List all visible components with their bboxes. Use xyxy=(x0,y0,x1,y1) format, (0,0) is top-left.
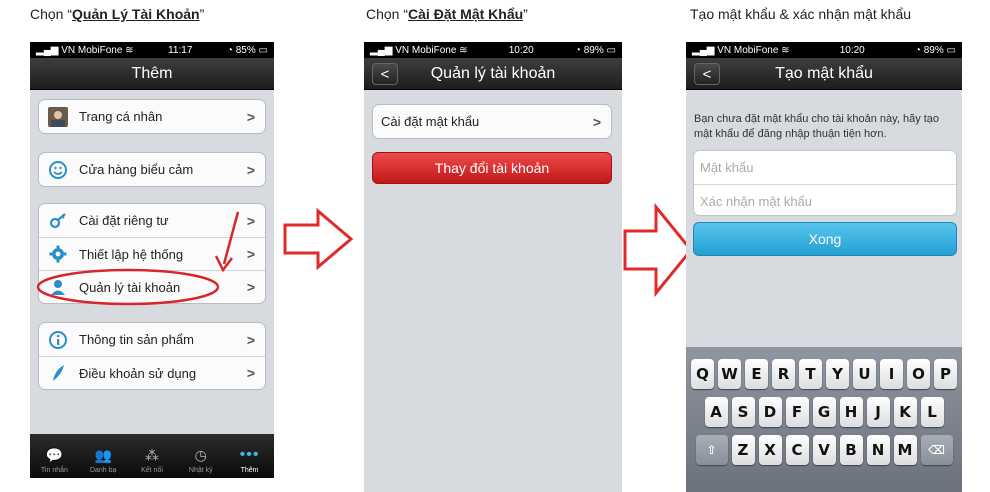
menu-group-password: Cài đặt mật khẩu > xyxy=(372,104,612,139)
password-form: Mật khẩu Xác nhận mật khẩu xyxy=(693,150,957,216)
phone-screen-more: ▂▄▆ VN MobiFone ≋ 11:17 ◔ 85% ▭ Thêm Tra… xyxy=(30,42,274,478)
chevron-left-icon: < xyxy=(380,65,390,83)
key[interactable]: D xyxy=(758,397,782,427)
tab-more[interactable]: ••• Thêm xyxy=(225,434,274,478)
chevron-right-icon: > xyxy=(246,365,255,381)
key[interactable]: E xyxy=(745,359,768,389)
carrier-label: ▂▄▆ VN MobiFone ≋ xyxy=(370,44,468,56)
key[interactable]: H xyxy=(839,397,863,427)
key[interactable]: Q xyxy=(691,359,714,389)
key[interactable]: S xyxy=(731,397,755,427)
tab-messages[interactable]: 💬 Tin nhắn xyxy=(30,434,79,478)
menu-item-label: Điều khoản sử dụng xyxy=(79,365,197,381)
caption-step-1-prefix: Chọn “ xyxy=(30,6,73,22)
phone-screen-account-management: ▂▄▆ VN MobiFone ≋ 10:20 ◔ 89% ▭ < Quản l… xyxy=(364,42,622,492)
tab-diary[interactable]: ◷ Nhật ký xyxy=(176,434,225,478)
caption-step-1: Chọn “Quản Lý Tài Khoản” xyxy=(30,6,204,22)
page-title: Tạo mật khẩu xyxy=(775,64,873,82)
shift-icon: ⇧ xyxy=(706,443,717,457)
key[interactable]: C xyxy=(785,435,809,465)
battery-percent: 89% xyxy=(583,44,604,56)
key[interactable]: F xyxy=(785,397,809,427)
key[interactable]: I xyxy=(880,359,903,389)
done-button[interactable]: Xong xyxy=(693,222,957,256)
menu-item-terms[interactable]: Điều khoản sử dụng > xyxy=(39,356,265,389)
tab-label: Thêm xyxy=(240,467,259,474)
tab-connect[interactable]: ⁂ Kết nối xyxy=(128,434,177,478)
key[interactable]: K xyxy=(893,397,917,427)
key[interactable]: R xyxy=(772,359,795,389)
shift-key[interactable]: ⇧ xyxy=(695,435,728,465)
key[interactable]: L xyxy=(920,397,944,427)
battery-label: ◔ 89% ▭ xyxy=(574,44,616,56)
tab-contacts[interactable]: 👥 Danh bạ xyxy=(79,434,128,478)
chevron-left-icon: < xyxy=(702,65,712,83)
password-info-text: Bạn chưa đặt mật khẩu cho tài khoản này,… xyxy=(694,113,940,140)
key[interactable]: A xyxy=(704,397,728,427)
arrow-right-icon xyxy=(623,203,693,297)
nav-bar: < Tạo mật khẩu xyxy=(686,58,962,90)
caption-step-1-bold: Quản Lý Tài Khoản xyxy=(72,6,200,22)
key[interactable]: Z xyxy=(731,435,755,465)
key[interactable]: U xyxy=(853,359,876,389)
battery-label: ◔ 89% ▭ xyxy=(914,44,956,56)
caption-step-2-suffix: ” xyxy=(523,6,528,22)
key[interactable]: P xyxy=(934,359,957,389)
arrow-right-icon xyxy=(283,208,354,270)
chat-icon: 💬 xyxy=(45,446,64,463)
status-time: 10:20 xyxy=(508,44,534,56)
page-title: Quản lý tài khoản xyxy=(430,64,556,82)
keyboard-row-2: A S D F G H J K L xyxy=(686,397,962,427)
menu-item-label: Cài đặt mật khẩu xyxy=(381,114,480,129)
change-account-button[interactable]: Thay đổi tài khoản xyxy=(372,152,612,184)
nav-bar: < Quản lý tài khoản xyxy=(364,58,622,90)
backspace-key[interactable]: ⌫ xyxy=(920,435,953,465)
tab-bar: 💬 Tin nhắn 👥 Danh bạ ⁂ Kết nối ◷ Nhật ký •••… xyxy=(30,434,274,478)
carrier-label: ▂▄▆ VN MobiFone ≋ xyxy=(692,44,790,56)
back-button[interactable]: < xyxy=(372,63,398,85)
key[interactable]: T xyxy=(799,359,822,389)
backspace-icon: ⌫ xyxy=(928,443,945,457)
key[interactable]: J xyxy=(866,397,890,427)
clock-icon: ◷ xyxy=(194,446,207,463)
caption-step-1-suffix: ” xyxy=(199,6,205,22)
carrier-name: VN MobiFone xyxy=(717,44,779,56)
keyboard-row-1: Q W E R T Y U I O P xyxy=(686,359,962,389)
highlight-annotation xyxy=(36,211,240,306)
back-button[interactable]: < xyxy=(694,63,720,85)
tab-label: Nhật ký xyxy=(188,467,213,474)
carrier-name: VN MobiFone xyxy=(395,44,457,56)
password-field[interactable]: Mật khẩu xyxy=(694,151,956,184)
caption-step-3: Tạo mật khẩu & xác nhận mật khẩu xyxy=(690,6,912,22)
key[interactable]: M xyxy=(893,435,917,465)
key[interactable]: W xyxy=(718,359,741,389)
phone-screen-create-password: ▂▄▆ VN MobiFone ≋ 10:20 ◔ 89% ▭ < Tạo mậ… xyxy=(686,42,962,492)
connect-icon: ⁂ xyxy=(144,446,159,463)
chevron-right-icon: > xyxy=(592,113,601,130)
tab-label: Danh bạ xyxy=(89,467,117,474)
status-time: 10:20 xyxy=(839,44,865,56)
keyboard-row-3: ⇧ Z X C V B N M ⌫ xyxy=(686,435,962,465)
status-bar: ▂▄▆ VN MobiFone ≋ 10:20 ◔ 89% ▭ xyxy=(686,42,962,58)
more-icon: ••• xyxy=(239,446,260,463)
key[interactable]: Y xyxy=(826,359,849,389)
caption-step-2-prefix: Chọn “ xyxy=(366,6,409,22)
caption-step-2-bold: Cài Đặt Mật Khẩu xyxy=(408,6,524,22)
tab-label: Tin nhắn xyxy=(40,467,68,474)
status-bar: ▂▄▆ VN MobiFone ≋ 10:20 ◔ 89% ▭ xyxy=(364,42,622,58)
key[interactable]: V xyxy=(812,435,836,465)
on-screen-keyboard: Q W E R T Y U I O P A S D F G H J K L ⇧ … xyxy=(686,347,962,492)
contacts-icon: 👥 xyxy=(94,446,112,463)
key[interactable]: X xyxy=(758,435,782,465)
feather-icon xyxy=(47,362,69,384)
key[interactable]: B xyxy=(839,435,863,465)
key[interactable]: N xyxy=(866,435,890,465)
menu-item-set-password[interactable]: Cài đặt mật khẩu > xyxy=(373,105,611,138)
tab-label: Kết nối xyxy=(141,467,163,474)
battery-percent: 89% xyxy=(923,44,944,56)
caption-step-2: Chọn “Cài Đặt Mật Khẩu” xyxy=(366,6,528,22)
confirm-password-field[interactable]: Xác nhận mật khẩu xyxy=(694,184,956,217)
key[interactable]: O xyxy=(907,359,930,389)
key[interactable]: G xyxy=(812,397,836,427)
